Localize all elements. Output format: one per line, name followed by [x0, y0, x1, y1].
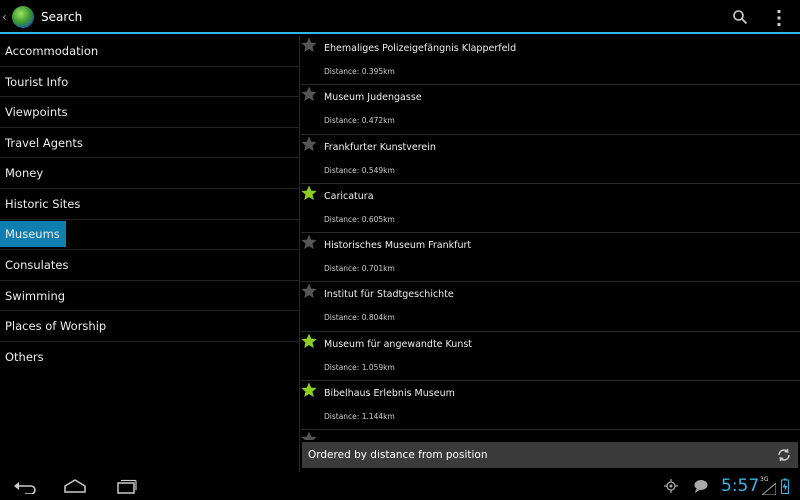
- up-chevron-icon[interactable]: ‹: [2, 10, 7, 24]
- globe-logo-icon[interactable]: [12, 6, 34, 28]
- category-item[interactable]: Historic Sites: [0, 189, 299, 220]
- category-list: Accommodation Tourist Info Viewpoints Tr…: [0, 36, 300, 472]
- clock: 5:57: [721, 476, 760, 496]
- poi-name: Caricatura: [324, 190, 374, 202]
- poi-distance: Distance: 0.549km: [324, 165, 395, 175]
- poi-distance: Distance: 0.701km: [324, 264, 395, 274]
- poi-distance: Distance: 0.605km: [324, 214, 395, 224]
- list-item[interactable]: Museum für angewandte Kunst Distance: 1.…: [301, 332, 800, 382]
- poi-name: Frankfurter Kunstverein: [324, 141, 436, 153]
- favorite-star-icon[interactable]: [301, 185, 317, 201]
- poi-distance: Distance: 0.395km: [324, 67, 395, 76]
- poi-distance: Distance: 0.472km: [324, 116, 395, 126]
- recent-apps-icon[interactable]: [114, 478, 138, 494]
- category-label: Consulates: [5, 258, 69, 273]
- category-label: Tourist Info: [5, 74, 69, 89]
- list-item[interactable]: Institut für Stadtgeschichte Distance: 0…: [301, 282, 800, 332]
- sort-status-bar: Ordered by distance from position: [302, 442, 798, 468]
- action-bar: ‹ Search: [0, 0, 800, 34]
- category-label: Accommodation: [5, 44, 99, 58]
- category-item[interactable]: Places of Worship: [0, 311, 299, 342]
- favorite-star-icon[interactable]: [301, 283, 317, 299]
- poi-distance: Distance: 1.144km: [324, 412, 395, 422]
- category-item[interactable]: Viewpoints: [0, 97, 299, 128]
- category-item[interactable]: Travel Agents: [0, 128, 299, 159]
- home-icon[interactable]: [63, 478, 87, 494]
- search-icon[interactable]: [732, 9, 748, 25]
- favorite-star-icon[interactable]: [301, 86, 317, 102]
- list-item[interactable]: Ehemaliges Polizeigefängnis Klapperfeld …: [301, 36, 800, 86]
- category-item[interactable]: Consulates: [0, 250, 299, 281]
- overflow-menu-icon[interactable]: [774, 9, 784, 27]
- list-item[interactable]: Museum Judengasse Distance: 0.472km: [301, 85, 800, 135]
- favorite-star-icon[interactable]: [301, 136, 317, 152]
- list-item[interactable]: Bibelhaus Erlebnis Museum Distance: 1.14…: [301, 381, 800, 431]
- category-item[interactable]: Money: [0, 158, 299, 189]
- category-item-selected[interactable]: Museums: [0, 220, 299, 251]
- gps-icon: [664, 479, 678, 493]
- poi-list[interactable]: Ehemaliges Polizeigefängnis Klapperfeld …: [301, 36, 800, 440]
- category-label: Historic Sites: [5, 196, 81, 211]
- category-label: Swimming: [5, 288, 66, 303]
- category-label: Places of Worship: [5, 319, 107, 334]
- favorite-star-icon[interactable]: [301, 37, 317, 53]
- category-item[interactable]: Tourist Info: [0, 67, 299, 98]
- network-type-label: 3G: [760, 476, 769, 483]
- poi-name: Historisches Museum Frankfurt: [324, 240, 472, 252]
- list-item[interactable]: Frankfurter Kunstverein Distance: 0.549k…: [301, 135, 800, 184]
- poi-distance: Distance: 0.804km: [324, 313, 395, 323]
- favorite-star-icon[interactable]: [301, 431, 317, 440]
- category-item[interactable]: Others: [0, 342, 299, 373]
- sort-status-label: Ordered by distance from position: [308, 449, 488, 461]
- page-title: Search: [41, 10, 83, 24]
- poi-distance: Distance: 1.059km: [324, 362, 395, 372]
- category-item[interactable]: Swimming: [0, 281, 299, 312]
- back-icon[interactable]: [13, 478, 37, 494]
- signal-icon: [762, 483, 776, 495]
- category-label: Money: [5, 166, 44, 181]
- list-item[interactable]: Historisches Museum Frankfurt Distance: …: [301, 233, 800, 283]
- system-nav-bar: 5:57 3G: [0, 472, 800, 500]
- poi-name: Museum Judengasse: [324, 92, 422, 104]
- category-label: Museums: [0, 220, 66, 247]
- favorite-star-icon[interactable]: [301, 333, 317, 349]
- chat-icon: [694, 480, 708, 493]
- list-item[interactable]: Caricatura Distance: 0.605km: [301, 184, 800, 234]
- refresh-icon[interactable]: [776, 447, 792, 463]
- poi-name: Museum für angewandte Kunst: [324, 338, 473, 350]
- favorite-star-icon[interactable]: [301, 234, 317, 250]
- category-label: Travel Agents: [5, 135, 83, 150]
- poi-name: Institut für Stadtgeschichte: [324, 289, 454, 301]
- category-label: Viewpoints: [5, 105, 68, 120]
- category-label: Others: [5, 349, 44, 364]
- battery-charging-icon: [781, 478, 789, 494]
- poi-name: Bibelhaus Erlebnis Museum: [324, 388, 455, 400]
- category-item[interactable]: Accommodation: [0, 36, 299, 67]
- list-item[interactable]: [301, 430, 800, 440]
- poi-name: Ehemaliges Polizeigefängnis Klapperfeld: [324, 43, 517, 54]
- favorite-star-icon[interactable]: [301, 382, 317, 398]
